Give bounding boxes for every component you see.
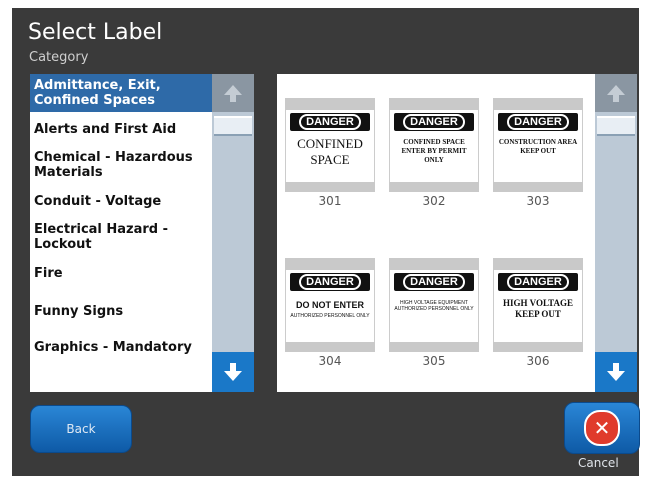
label-text: DO NOT ENTER xyxy=(295,300,364,310)
cancel-button[interactable]: ✕ xyxy=(564,402,640,454)
danger-header: DANGER xyxy=(403,114,465,130)
category-item-fire[interactable]: Fire xyxy=(30,266,212,281)
danger-header: DANGER xyxy=(299,114,361,130)
arrow-up-icon xyxy=(224,85,242,102)
label-text: CONSTRUCTION AREA KEEP OUT xyxy=(498,138,578,155)
label-text: CONFINED SPACE xyxy=(297,136,363,167)
category-item-chemical[interactable]: Chemical - Hazardous Materials xyxy=(30,150,212,180)
category-item-graphics[interactable]: Graphics - Mandatory xyxy=(30,340,212,355)
label-scroll-down-button[interactable] xyxy=(595,352,637,392)
label-number: 301 xyxy=(318,194,342,208)
label-text: HIGH VOLTAGE EQUIPMENT AUTHORIZED PERSON… xyxy=(394,300,474,312)
category-item-conduit[interactable]: Conduit - Voltage xyxy=(30,194,212,209)
label-card-302[interactable]: DANGER CONFINED SPACE ENTER BY PERMIT ON… xyxy=(389,98,479,208)
label-number: 304 xyxy=(318,354,342,368)
danger-header: DANGER xyxy=(403,274,465,290)
label-text: HIGH VOLTAGE KEEP OUT xyxy=(503,298,573,319)
label-scroll-thumb[interactable] xyxy=(597,116,635,136)
back-button[interactable]: Back xyxy=(30,405,132,453)
category-scroll-up-button[interactable] xyxy=(212,74,254,112)
category-scroll-down-button[interactable] xyxy=(212,352,254,392)
danger-header: DANGER xyxy=(507,274,569,290)
label-grid: DANGER CONFINED SPACE 301 DANGER CONFINE… xyxy=(277,74,595,392)
danger-header: DANGER xyxy=(507,114,569,130)
category-item-electrical[interactable]: Electrical Hazard - Lockout xyxy=(30,222,212,252)
category-item-admittance[interactable]: Admittance, Exit, Confined Spaces xyxy=(30,74,212,112)
label-card-305[interactable]: DANGER HIGH VOLTAGE EQUIPMENT AUTHORIZED… xyxy=(389,258,479,368)
label-number: 305 xyxy=(422,354,446,368)
back-button-label: Back xyxy=(66,422,96,436)
arrow-down-icon xyxy=(607,363,625,381)
label-subtext: AUTHORIZED PERSONNEL ONLY xyxy=(290,313,370,319)
label-card-303[interactable]: DANGER CONSTRUCTION AREA KEEP OUT 303 xyxy=(493,98,583,208)
label-number: 302 xyxy=(422,194,446,208)
category-list: Admittance, Exit, Confined Spaces Alerts… xyxy=(30,74,212,392)
category-item-alerts[interactable]: Alerts and First Aid xyxy=(30,122,212,137)
category-heading: Category xyxy=(29,50,89,65)
label-card-306[interactable]: DANGER HIGH VOLTAGE KEEP OUT 306 xyxy=(493,258,583,368)
label-number: 303 xyxy=(526,194,550,208)
label-text: CONFINED SPACE ENTER BY PERMIT ONLY xyxy=(401,138,467,164)
app-window: Select Label Category Admittance, Exit, … xyxy=(12,8,640,476)
label-scrollbar[interactable] xyxy=(595,74,637,392)
label-card-304[interactable]: DANGER DO NOT ENTER AUTHORIZED PERSONNEL… xyxy=(285,258,375,368)
label-number: 306 xyxy=(526,354,550,368)
category-scroll-thumb[interactable] xyxy=(214,116,252,136)
close-icon: ✕ xyxy=(584,410,620,446)
label-card-301[interactable]: DANGER CONFINED SPACE 301 xyxy=(285,98,375,208)
arrow-down-icon xyxy=(224,363,242,381)
cancel-button-label: Cancel xyxy=(578,456,619,470)
category-scrollbar[interactable] xyxy=(212,74,254,392)
danger-header: DANGER xyxy=(299,274,361,290)
category-item-funny-signs[interactable]: Funny Signs xyxy=(30,304,212,319)
arrow-up-icon xyxy=(607,85,625,102)
page-title: Select Label xyxy=(28,20,163,45)
label-scroll-up-button[interactable] xyxy=(595,74,637,112)
